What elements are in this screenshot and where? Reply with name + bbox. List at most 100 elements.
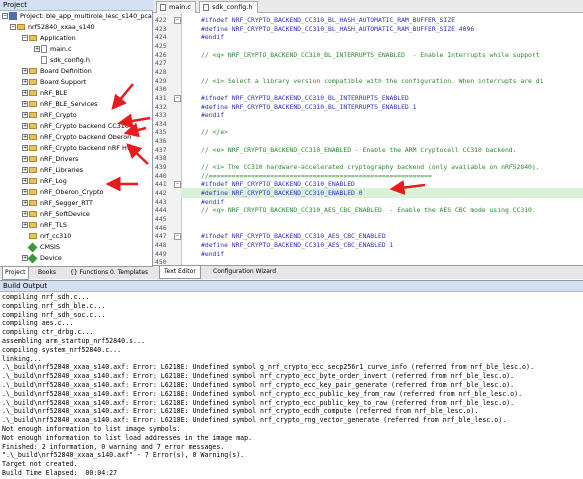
build-output-log[interactable]: compiling nrf_sdh.c... compiling nrf_sdh_…	[0, 292, 583, 479]
code-line: #endif	[201, 111, 225, 120]
tree-item[interactable]: + Board Support	[22, 77, 86, 88]
editor-bottom-tabs: Text Editor Configuration Wizard	[153, 265, 583, 279]
folder-icon	[29, 222, 37, 228]
tree-target[interactable]: − nrf52840_xxaa_s140	[10, 22, 95, 33]
expand-icon[interactable]: +	[22, 145, 28, 151]
tree-item[interactable]: + nRF_Crypto backend nRF HW	[22, 143, 133, 154]
tab-main-c[interactable]: main.c	[156, 1, 196, 13]
collapse-icon[interactable]: −	[2, 13, 8, 19]
component-icon	[27, 242, 38, 252]
expand-icon[interactable]: +	[22, 123, 28, 129]
expand-icon[interactable]: +	[22, 101, 28, 107]
tree-item-label: nRF_BLE_Services	[40, 100, 98, 108]
build-output-line: .\_build\nrf52840_xxaa_s140.axf: Error: …	[2, 381, 515, 389]
folder-icon	[29, 156, 37, 162]
collapse-icon[interactable]: −	[22, 35, 28, 41]
tree-item[interactable]: + nRF_Drivers	[22, 154, 78, 165]
file-icon	[203, 4, 209, 11]
build-output-line: compiling aes.c...	[2, 319, 74, 328]
tree-item[interactable]: + Board Definition	[22, 66, 92, 77]
build-output-line: compiling ctr_drbg.c...	[2, 328, 94, 337]
expand-icon[interactable]: +	[34, 46, 40, 52]
tree-item-label: nRF_Crypto	[40, 111, 77, 119]
tree-item[interactable]: + nRF_Log	[22, 176, 67, 187]
tree-item[interactable]: sdk_config.h	[34, 55, 90, 66]
tree-item-label: nRF_SoftDevice	[40, 210, 90, 218]
tree-item[interactable]: + nRF_Crypto	[22, 110, 77, 121]
tree-item-label: Board Definition	[40, 67, 92, 75]
tree-item[interactable]: + nRF_Crypto backend Oberon	[22, 132, 131, 143]
tab-functions[interactable]: {} Functions	[68, 267, 110, 279]
folder-icon	[29, 112, 37, 118]
build-output-line: Not enough information to list image sym…	[2, 425, 181, 433]
build-output-line: .\_build\nrf52840_xxaa_s140.axf: Error: …	[2, 363, 534, 372]
tree-item[interactable]: + Device	[22, 253, 62, 264]
build-output-line: Finished: 2 information, 0 warning and 7…	[2, 442, 225, 451]
tree-item-label: nRF_Crypto backend nRF HW	[40, 144, 134, 152]
build-output-title: Build Output	[0, 280, 583, 292]
tree-item[interactable]: + nRF_Libraries	[22, 165, 83, 176]
tree-item[interactable]: − Application	[22, 33, 76, 44]
tree-item-label: nRF_Segger_RTT	[40, 199, 93, 207]
project-tree: − Project: ble_app_multirole_lesc_s140_pc…	[0, 11, 153, 266]
expand-icon[interactable]: +	[22, 68, 28, 74]
tree-item-label: Board Support	[40, 78, 87, 86]
expand-icon[interactable]: +	[22, 178, 28, 184]
folder-icon	[29, 35, 37, 41]
tree-item-label: sdk_config.h	[50, 56, 90, 64]
expand-icon[interactable]: +	[22, 134, 28, 140]
expand-icon[interactable]: +	[22, 79, 28, 85]
expand-icon[interactable]: +	[22, 90, 28, 96]
expand-icon[interactable]: +	[22, 156, 28, 162]
tree-item[interactable]: + nRF_Oberon_Crypto	[22, 187, 103, 198]
tree-item-label: nRF_Log	[40, 177, 67, 185]
tree-item[interactable]: + main.c	[34, 44, 72, 55]
tab-templates[interactable]: 0. Templates	[108, 267, 150, 279]
build-output-line: Build Time Elapsed: 00:04:27	[2, 469, 118, 477]
folder-icon	[29, 101, 37, 107]
build-output-line: .\_build\nrf52840_xxaa_s140.axf: Error: …	[2, 407, 479, 416]
tab-sdk-config-h[interactable]: sdk_config.h	[199, 1, 258, 13]
expand-icon[interactable]: +	[22, 211, 28, 217]
collapse-icon[interactable]: −	[10, 24, 16, 30]
tree-item[interactable]: + nRF_BLE_Services	[22, 99, 98, 110]
build-output-line: compiling nrf_sdh.c...	[2, 293, 90, 301]
tree-item[interactable]: CMSIS	[22, 242, 60, 253]
tree-item[interactable]: + nRF_TLS	[22, 220, 67, 231]
tab-project[interactable]: Project	[2, 267, 29, 280]
expand-icon[interactable]: +	[22, 200, 28, 206]
tree-root[interactable]: − Project: ble_app_multirole_lesc_s140_pc…	[2, 11, 153, 22]
tree-item-label: nRF_Drivers	[40, 155, 79, 163]
tree-item[interactable]: + nRF_Segger_RTT	[22, 198, 93, 209]
tab-configuration-wizard[interactable]: Configuration Wizard	[209, 266, 280, 278]
tree-item-label: nRF_Oberon_Crypto	[40, 188, 104, 196]
folder-icon	[29, 200, 37, 206]
tree-item-label: nRF_BLE	[40, 89, 68, 97]
project-panel-tabs: Project Books {} Functions 0. Templates	[0, 266, 153, 280]
expand-icon[interactable]: +	[22, 167, 28, 173]
tab-books[interactable]: Books	[36, 267, 58, 279]
folder-icon	[29, 90, 37, 96]
component-icon	[27, 253, 38, 263]
expand-icon[interactable]: +	[22, 222, 28, 228]
build-output-line: .\_build\nrf52840_xxaa_s140.axf: Error: …	[2, 389, 523, 398]
expand-icon[interactable]: +	[22, 112, 28, 118]
file-icon	[160, 4, 166, 11]
code-line: #define NRF_CRYPTO_BACKEND_CC310_BL_HASH…	[201, 24, 475, 33]
tree-item[interactable]: + nRF_SoftDevice	[22, 209, 90, 220]
code-line: // <i> Select a library version compatib…	[201, 76, 544, 85]
file-icon	[41, 45, 47, 53]
folder-icon	[29, 134, 37, 140]
expand-icon[interactable]: +	[22, 189, 28, 195]
editor-pane: main.c sdk_config.h 422−423 424 425 426 427 4…	[153, 0, 583, 279]
editor-tabbar: main.c sdk_config.h	[153, 0, 583, 13]
tree-item[interactable]: + nRF_Crypto backend CC310	[22, 121, 129, 132]
tab-text-editor[interactable]: Text Editor	[159, 266, 201, 279]
code-line: #define NRF_CRYPTO_BACKEND_CC310_BL_INTE…	[201, 102, 417, 111]
code-area[interactable]: #ifndef NRF_CRYPTO_BACKEND_CC310_BL_HASH…	[181, 13, 583, 265]
tree-root-label: Project: ble_app_multirole_lesc_s140_pca…	[20, 12, 153, 20]
code-line: // <q> NRF_CRYPTO_BACKEND_CC310_AES_CBC_…	[201, 206, 536, 215]
line-number-gutter: 422−423 424 425 426 427 428 429 430 431−432 433 43…	[153, 13, 182, 266]
tree-item[interactable]: + nRF_BLE	[22, 88, 67, 99]
tree-item[interactable]: nrf_cc310	[22, 231, 71, 242]
